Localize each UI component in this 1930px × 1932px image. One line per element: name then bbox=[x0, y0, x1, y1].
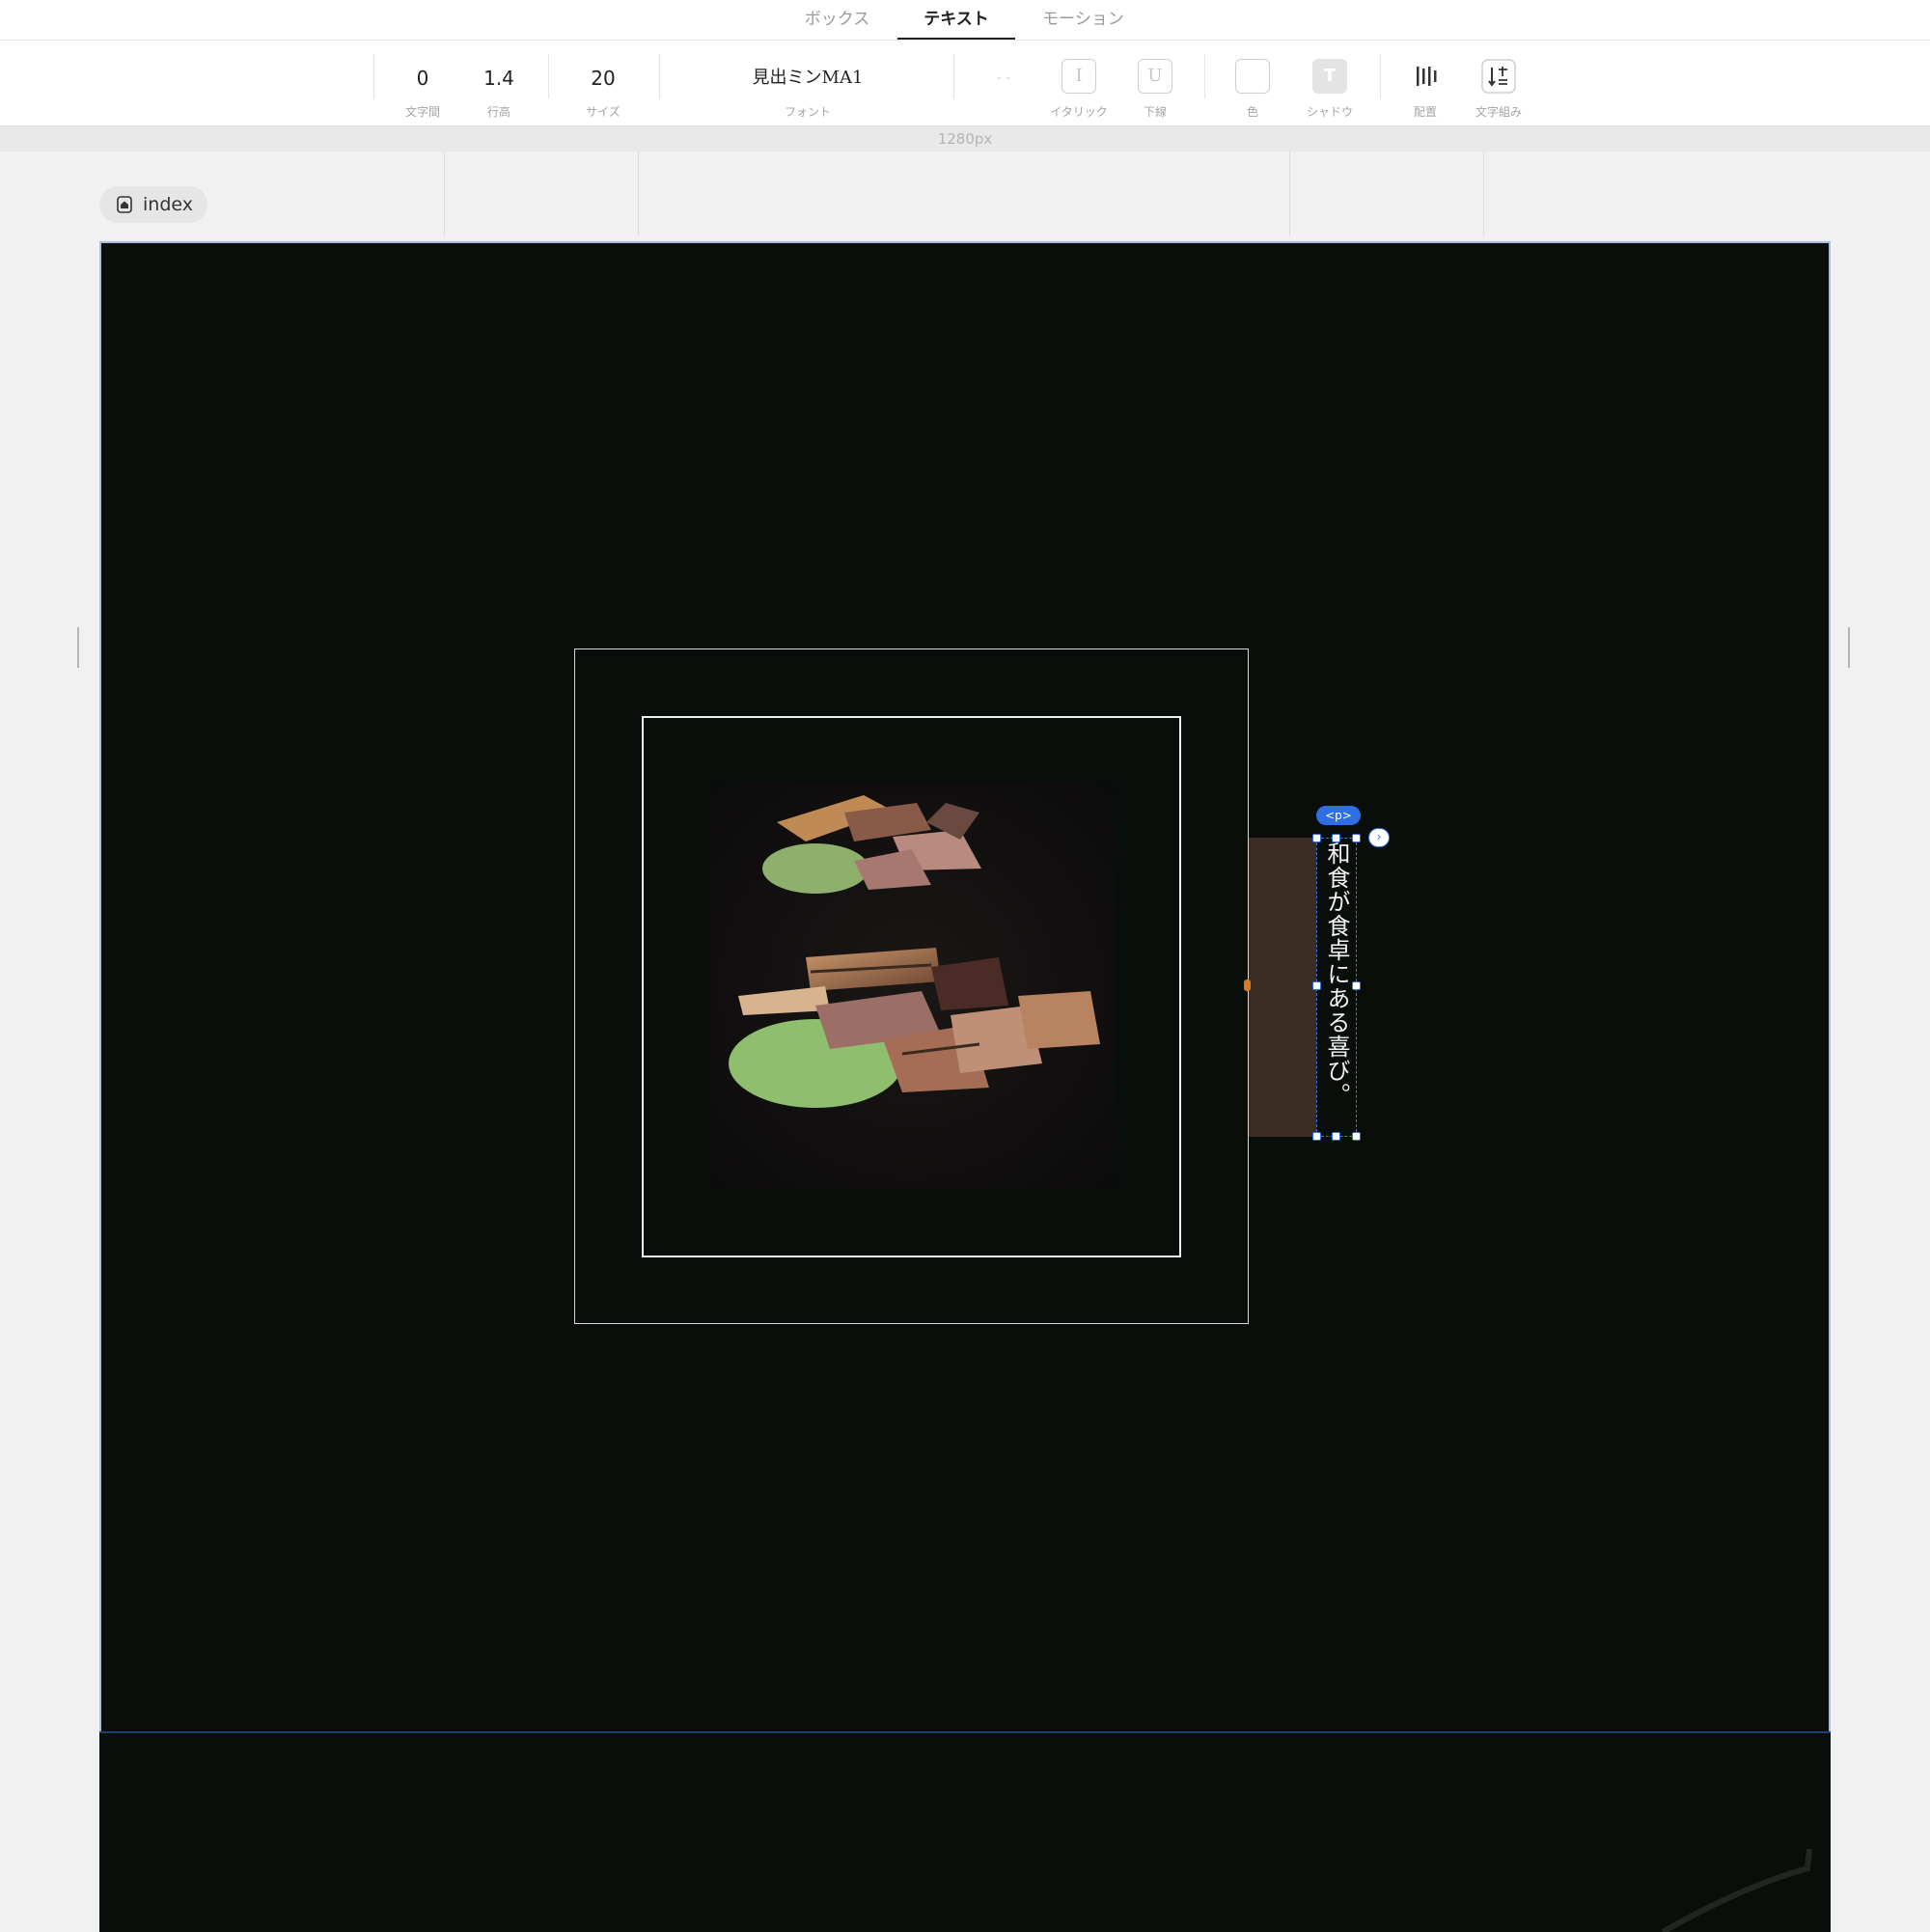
letter-spacing-label: 文字間 bbox=[404, 105, 440, 119]
font-size-label: サイズ bbox=[586, 105, 620, 119]
design-canvas-next-section[interactable] bbox=[99, 1731, 1831, 1932]
element-tag-badge: <p> bbox=[1316, 806, 1361, 825]
guide-line bbox=[638, 152, 639, 236]
canvas-width-ruler: 1280px bbox=[0, 126, 1930, 152]
page-chip-index[interactable]: index bbox=[99, 186, 207, 223]
divider bbox=[373, 54, 374, 98]
letter-spacing-input[interactable]: 0 bbox=[394, 64, 452, 93]
vertical-writing-icon[interactable] bbox=[1481, 59, 1516, 94]
writing-mode-label: 文字組み bbox=[1475, 105, 1522, 119]
underline-icon[interactable]: U bbox=[1138, 59, 1172, 94]
anchor-handle[interactable] bbox=[1244, 980, 1251, 991]
divider bbox=[953, 54, 954, 98]
italic-label: イタリック bbox=[1050, 105, 1108, 119]
resize-handle[interactable] bbox=[1352, 834, 1361, 842]
text-toolbar: 0 文字間 1.4 行高 20 サイズ 見出ミンMA1 フォント - - I イ… bbox=[0, 41, 1930, 126]
tab-box[interactable]: ボックス bbox=[782, 0, 893, 39]
line-height-input[interactable]: 1.4 bbox=[470, 64, 528, 93]
underline-label: 下線 bbox=[1143, 105, 1167, 119]
decorative-stroke bbox=[1661, 1849, 1812, 1932]
guide-line bbox=[1483, 152, 1484, 236]
guide-line bbox=[1289, 152, 1290, 236]
resize-handle[interactable] bbox=[1312, 1132, 1321, 1141]
align-label: 配置 bbox=[1413, 105, 1437, 119]
resize-handle[interactable] bbox=[1352, 981, 1361, 990]
accent-bar[interactable] bbox=[1249, 838, 1316, 1137]
resize-handle[interactable] bbox=[1332, 834, 1340, 842]
vertical-heading-text[interactable]: 和食が食卓にある喜び。 bbox=[1317, 842, 1356, 1131]
arrow-right-icon[interactable]: › bbox=[1368, 828, 1390, 847]
grilled-meat-photo bbox=[709, 784, 1115, 1189]
shadow-label: シャドウ bbox=[1306, 105, 1353, 119]
color-swatch[interactable] bbox=[1235, 59, 1270, 94]
guide-line bbox=[444, 152, 445, 236]
tab-motion[interactable]: モーション bbox=[1023, 0, 1144, 39]
font-label: フォント bbox=[784, 105, 831, 119]
page-name: index bbox=[143, 194, 193, 215]
font-select[interactable]: 見出ミンMA1 bbox=[711, 64, 904, 93]
ruler-width-text: 1280px bbox=[937, 130, 993, 148]
canvas-resize-handle-left[interactable] bbox=[77, 627, 79, 668]
vertical-align-icon[interactable] bbox=[1408, 59, 1443, 94]
dash-setting[interactable]: - - bbox=[984, 64, 1023, 93]
home-icon bbox=[117, 196, 132, 213]
line-height-label: 行高 bbox=[486, 105, 510, 119]
resize-handle[interactable] bbox=[1312, 834, 1321, 842]
food-image[interactable] bbox=[709, 784, 1115, 1189]
resize-handle[interactable] bbox=[1312, 981, 1321, 990]
tab-text[interactable]: テキスト bbox=[897, 0, 1015, 40]
canvas-resize-handle-right[interactable] bbox=[1848, 627, 1850, 668]
divider bbox=[548, 54, 549, 98]
font-size-input[interactable]: 20 bbox=[574, 64, 632, 93]
divider bbox=[659, 54, 660, 98]
color-label: 色 bbox=[1246, 105, 1258, 119]
italic-icon[interactable]: I bbox=[1062, 59, 1096, 94]
resize-handle[interactable] bbox=[1332, 1132, 1340, 1141]
resize-handle[interactable] bbox=[1352, 1132, 1361, 1141]
divider bbox=[1204, 54, 1205, 98]
mode-tab-bar: ボックス テキスト モーション bbox=[0, 0, 1930, 41]
divider bbox=[1380, 54, 1381, 98]
shadow-icon[interactable]: T bbox=[1312, 59, 1347, 94]
